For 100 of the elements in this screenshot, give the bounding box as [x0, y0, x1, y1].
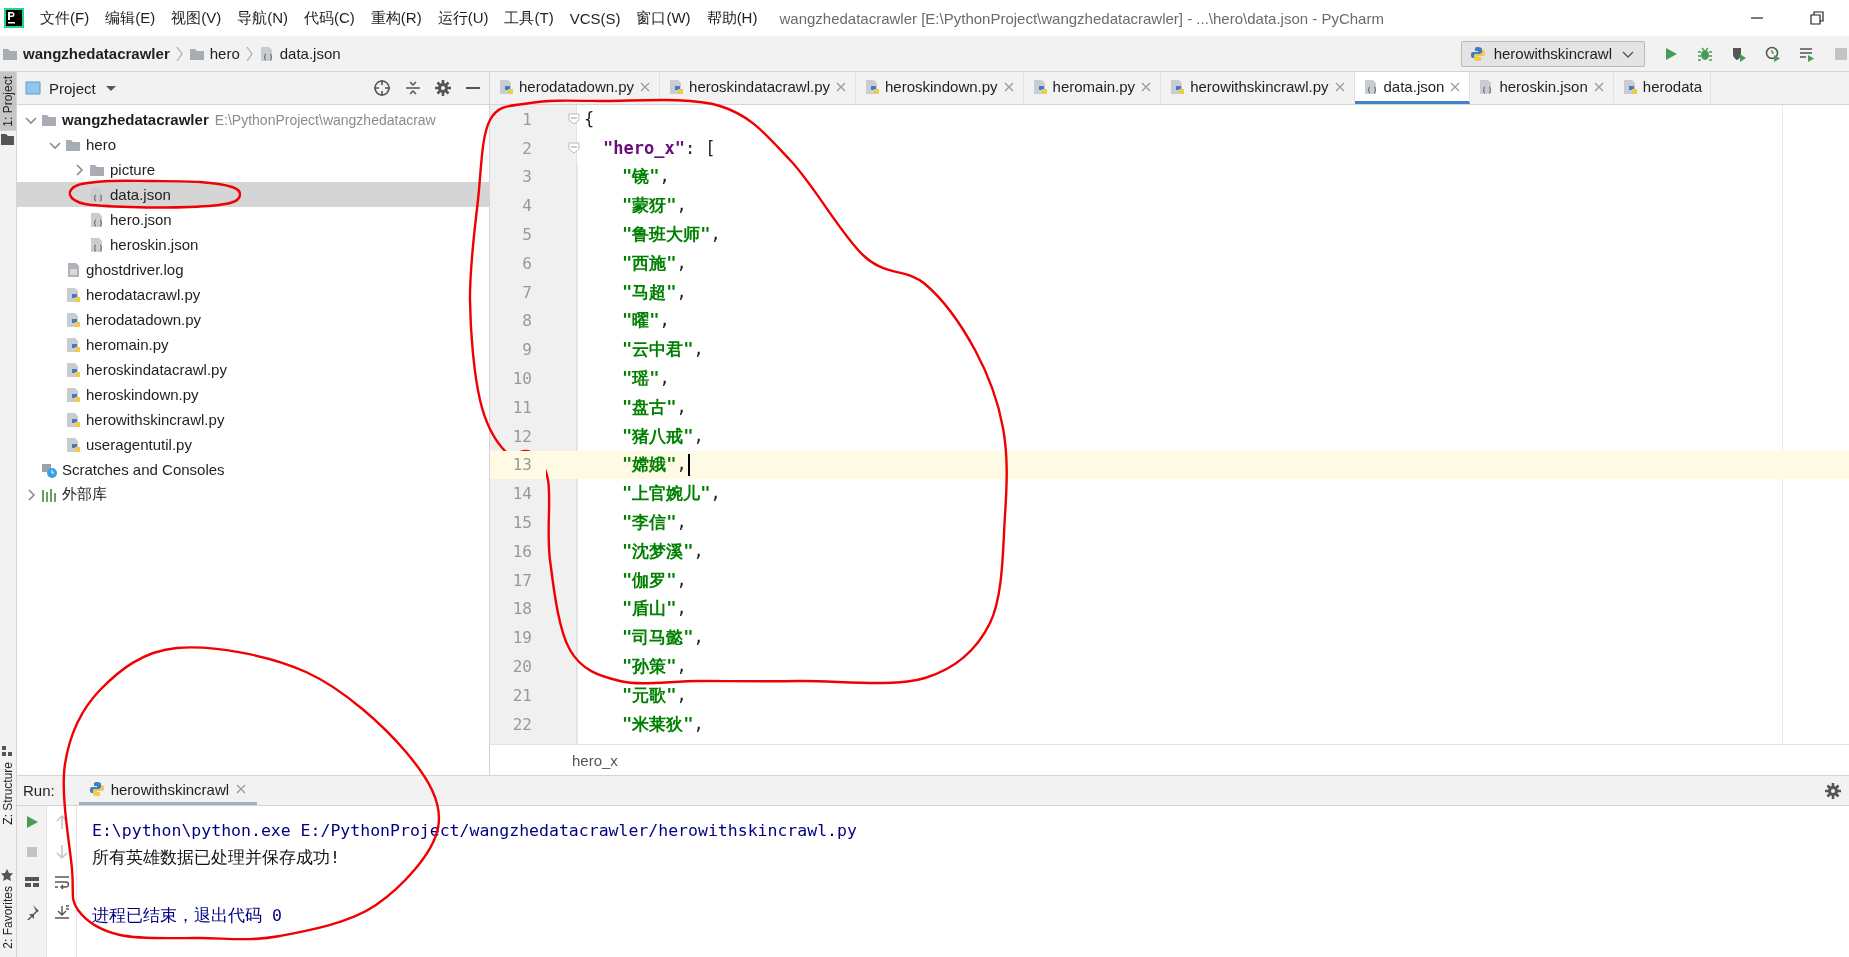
editor-tab[interactable]: herowithskincrawl.py: [1161, 72, 1355, 104]
menu-item[interactable]: 代码(C): [296, 8, 363, 28]
profile-icon[interactable]: [1765, 45, 1781, 62]
settings-icon[interactable]: [435, 80, 451, 96]
editor-tab[interactable]: data.json: [1354, 72, 1471, 104]
python-file-icon: [1031, 78, 1048, 95]
close-icon[interactable]: [1449, 80, 1462, 93]
editor-tab[interactable]: heroskindatacrawl.py: [660, 72, 856, 104]
close-icon[interactable]: [1333, 80, 1346, 93]
tree-item[interactable]: ghostdriver.log: [17, 257, 489, 282]
panel-title: Run:: [23, 782, 55, 799]
close-icon[interactable]: [1592, 80, 1605, 93]
python-file-icon: [65, 386, 81, 403]
soft-wrap-icon[interactable]: [53, 874, 70, 890]
close-icon[interactable]: [1002, 80, 1015, 93]
tree-item[interactable]: 外部库: [17, 482, 489, 507]
tree-item[interactable]: useragentutil.py: [17, 432, 489, 457]
tree-item[interactable]: heromain.py: [17, 332, 489, 357]
menu-item[interactable]: 视图(V): [163, 8, 230, 28]
breadcrumb-item[interactable]: wangzhedatacrawler: [23, 45, 170, 62]
tool-window-tab[interactable]: 2: Favorites: [0, 882, 16, 953]
json-file-icon: [89, 236, 105, 253]
line-number: 19: [511, 627, 533, 650]
editor-tab[interactable]: heroskin.json: [1470, 72, 1614, 104]
down-arrow-icon[interactable]: [53, 844, 70, 860]
run-configuration-dropdown[interactable]: herowithskincrawl: [1460, 40, 1645, 67]
code-text: "盾山",: [622, 597, 687, 621]
python-file-icon: [65, 311, 81, 328]
python-file-icon: [65, 336, 81, 353]
editor-tab[interactable]: heroskindown.py: [856, 72, 1024, 104]
tree-item[interactable]: herowithskincrawl.py: [17, 407, 489, 432]
python-file-icon: [864, 78, 880, 95]
tool-window-tab[interactable]: 1: Project: [0, 72, 16, 131]
editor-tab[interactable]: herodatadown.py: [490, 72, 661, 104]
menu-item[interactable]: 运行(U): [429, 8, 497, 28]
close-icon[interactable]: [235, 783, 248, 795]
run-list-icon[interactable]: [1799, 45, 1815, 62]
code-breadcrumb[interactable]: hero_x: [572, 751, 618, 769]
menu-item[interactable]: 重构(R): [362, 8, 430, 28]
menu-item[interactable]: 编辑(E): [97, 8, 164, 28]
run-icon[interactable]: [1663, 45, 1679, 62]
layout-icon[interactable]: [23, 874, 40, 890]
menu-item[interactable]: 窗口(W): [628, 8, 699, 28]
tree-item[interactable]: hero: [17, 132, 489, 157]
line-number: 16: [511, 540, 533, 563]
python-file-icon: [65, 286, 81, 303]
close-icon[interactable]: [1140, 80, 1153, 93]
code-text: "盘古",: [622, 395, 687, 419]
tree-item[interactable]: herodatadown.py: [17, 307, 489, 332]
tree-item[interactable]: heroskin.json: [17, 232, 489, 257]
fold-marker-icon: [568, 142, 580, 155]
line-number: 9: [521, 339, 533, 362]
menu-item[interactable]: 文件(F): [32, 8, 98, 28]
code-text: "李信",: [622, 511, 687, 535]
tree-item[interactable]: heroskindatacrawl.py: [17, 357, 489, 382]
tree-item[interactable]: hero.json: [17, 207, 489, 232]
scratches-icon: [41, 461, 57, 478]
line-number: 8: [521, 310, 533, 333]
tree-item[interactable]: picture: [17, 157, 489, 182]
line-number: 15: [511, 512, 533, 535]
settings-icon[interactable]: [1825, 782, 1841, 799]
menu-item[interactable]: 帮助(H): [698, 8, 766, 28]
scroll-to-end-icon[interactable]: [53, 904, 70, 920]
panel-title[interactable]: Project: [49, 79, 96, 97]
debug-icon[interactable]: [1697, 45, 1713, 62]
breadcrumb-item[interactable]: data.json: [279, 45, 341, 62]
code-text: "上官婉儿",: [622, 482, 721, 506]
code-text: "西施",: [622, 251, 687, 275]
chevron-right-icon: [244, 45, 254, 62]
editor-tab[interactable]: heromain.py: [1023, 72, 1162, 104]
restore-icon[interactable]: [1809, 10, 1825, 26]
console-line: 所有英雄数据已处理并保存成功!: [92, 847, 341, 869]
locate-icon[interactable]: [373, 79, 391, 97]
line-number: 3: [521, 166, 533, 189]
run-tab[interactable]: herowithskincrawl: [78, 776, 258, 805]
tree-item[interactable]: heroskindown.py: [17, 382, 489, 407]
editor-tab[interactable]: herodata: [1613, 72, 1711, 104]
close-icon[interactable]: [639, 80, 652, 93]
close-icon[interactable]: [835, 80, 847, 93]
code-text: "伽罗",: [622, 568, 687, 592]
code-text: "嫦娥",: [622, 453, 687, 477]
console-line: 进程已结束，退出代码 0: [92, 905, 283, 927]
code-text: "猪八戒",: [622, 424, 704, 448]
menu-item[interactable]: VCS(S): [561, 9, 629, 27]
menu-item[interactable]: 工具(T): [496, 8, 562, 28]
menu-item[interactable]: 导航(N): [229, 8, 296, 28]
pycharm-logo-icon: [4, 8, 24, 28]
tree-item[interactable]: data.json: [17, 182, 489, 207]
tool-window-tab[interactable]: Z: Structure: [0, 757, 16, 829]
tree-item[interactable]: herodatacrawl.py: [17, 282, 489, 307]
breadcrumb-item[interactable]: hero: [209, 45, 240, 62]
structure-icon: [0, 743, 14, 758]
chevron-right-icon: [174, 45, 184, 62]
collapse-all-icon[interactable]: [405, 80, 421, 96]
project-path: E:\PythonProject\wangzhedatacraw: [214, 111, 436, 128]
tree-item[interactable]: wangzhedatacrawler E:\PythonProject\wangzhedatacraw: [17, 107, 489, 132]
tree-item[interactable]: Scratches and Consoles: [17, 457, 489, 482]
project-view-icon: [25, 80, 41, 96]
coverage-icon[interactable]: [1731, 45, 1747, 62]
line-number: 7: [521, 281, 533, 304]
